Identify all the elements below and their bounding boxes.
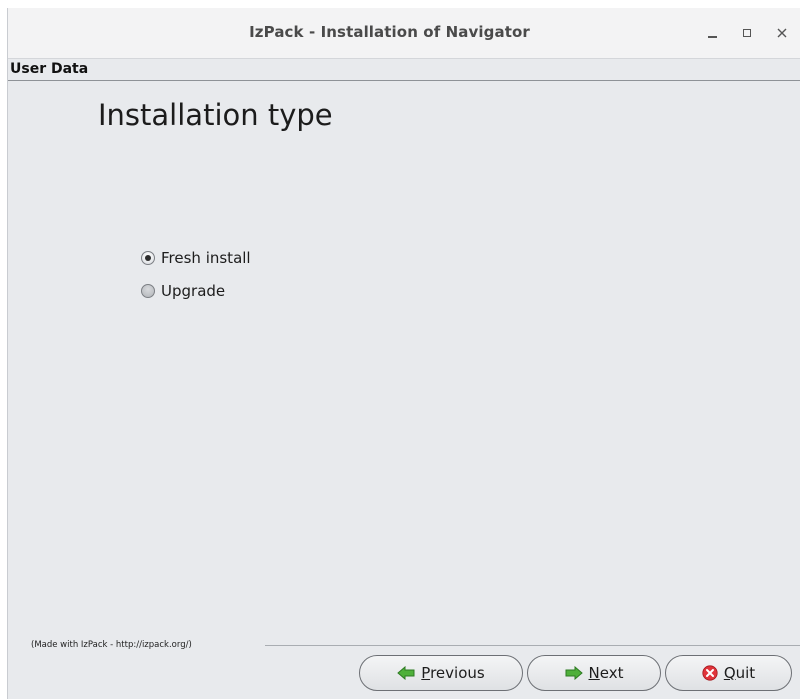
- quit-button[interactable]: Quit: [665, 655, 792, 691]
- previous-button[interactable]: Previous: [359, 655, 523, 691]
- window-title: IzPack - Installation of Navigator: [249, 23, 530, 41]
- installer-window: IzPack - Installation of Navigator User …: [7, 8, 800, 699]
- panel-header: User Data: [8, 58, 800, 82]
- header-divider: [8, 80, 800, 81]
- maximize-icon[interactable]: [736, 22, 758, 44]
- radio-fresh-install[interactable]: Fresh install: [141, 247, 251, 269]
- minimize-icon[interactable]: [701, 22, 723, 44]
- radio-selected-icon[interactable]: [141, 251, 155, 265]
- radio-label: Fresh install: [161, 249, 251, 267]
- radio-upgrade[interactable]: Upgrade: [141, 280, 225, 302]
- next-button[interactable]: Next: [527, 655, 661, 691]
- quit-mnemonic: Q: [723, 664, 736, 682]
- next-label: ext: [599, 664, 624, 682]
- panel-header-label: User Data: [10, 61, 89, 77]
- radio-label: Upgrade: [161, 282, 226, 300]
- next-mnemonic: N: [588, 664, 600, 682]
- close-icon[interactable]: [771, 22, 793, 44]
- quit-label: uit: [735, 664, 756, 682]
- page-title: Installation type: [98, 98, 333, 132]
- arrow-left-icon: [397, 666, 415, 680]
- footer-divider: [265, 645, 800, 646]
- title-bar[interactable]: IzPack - Installation of Navigator: [8, 8, 800, 59]
- radio-unselected-icon[interactable]: [141, 284, 155, 298]
- previous-label: revious: [430, 664, 485, 682]
- quit-icon: [702, 665, 718, 681]
- made-with-text: (Made with IzPack - http://izpack.org/): [31, 640, 192, 650]
- previous-mnemonic: P: [421, 664, 431, 682]
- arrow-right-icon: [565, 666, 583, 680]
